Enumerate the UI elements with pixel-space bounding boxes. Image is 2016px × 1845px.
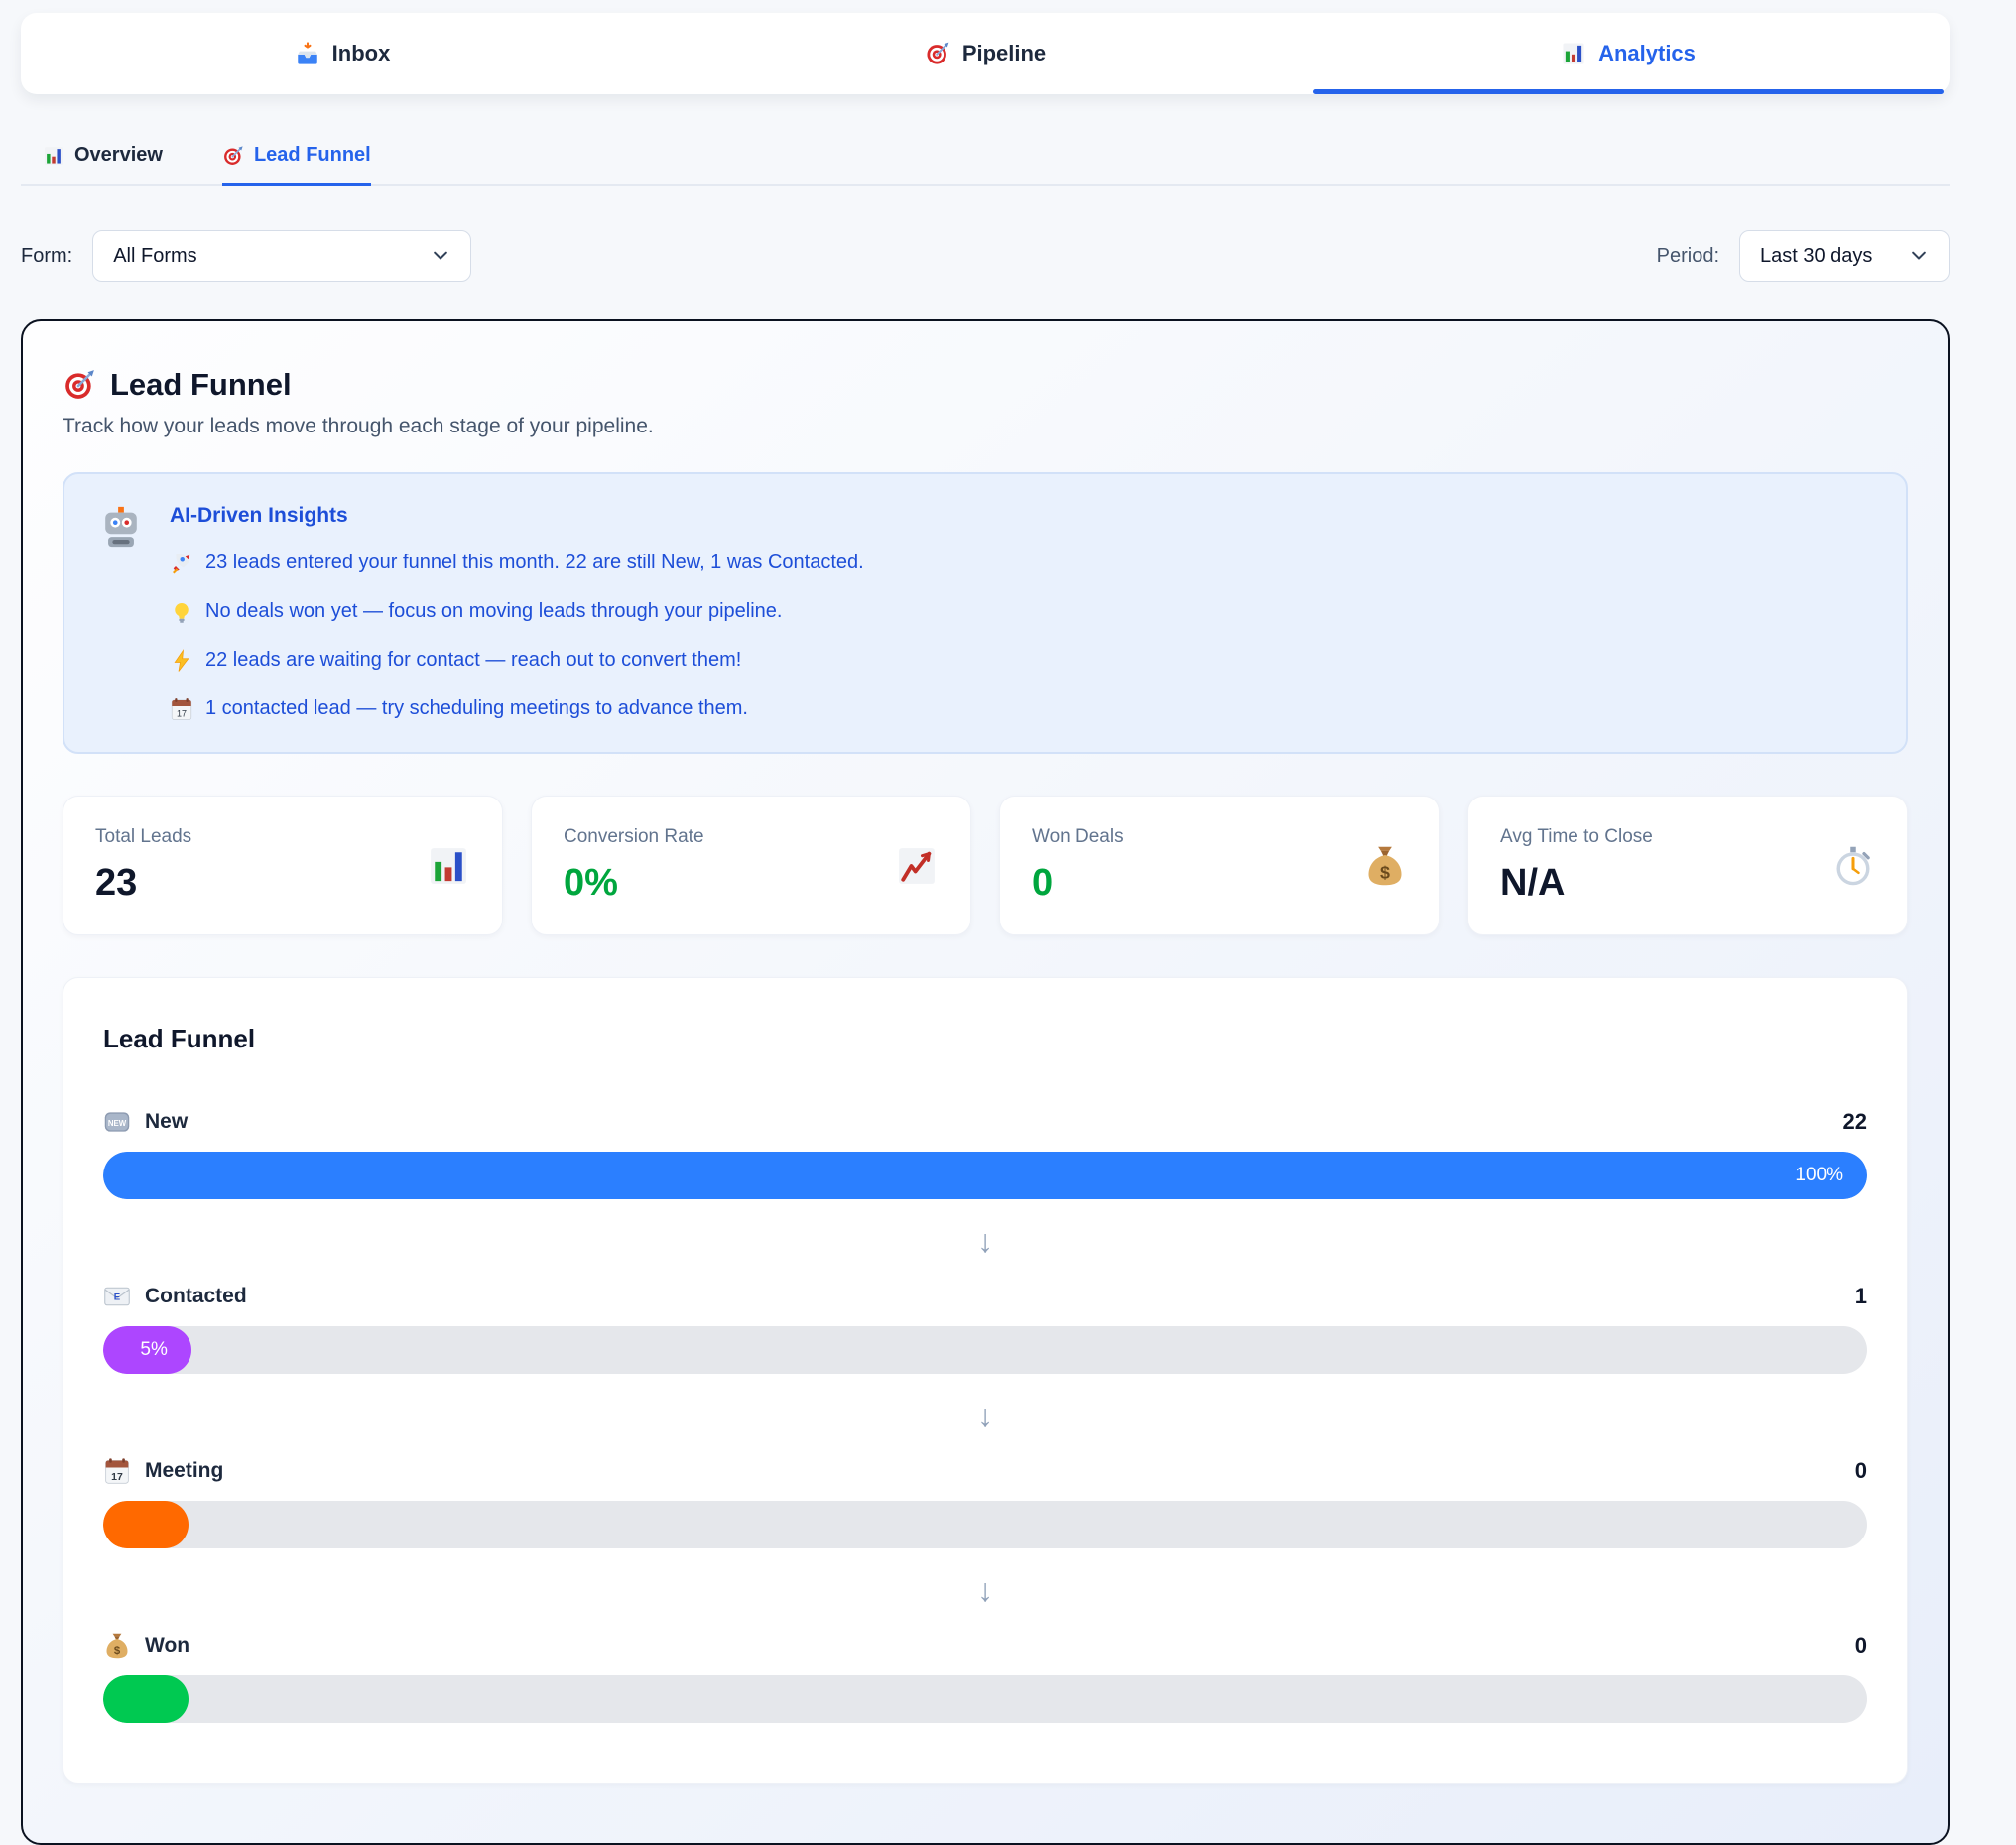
lead-funnel-panel: Lead Funnel Track how your leads move th… (21, 319, 1950, 1845)
stat-value: N/A (1500, 862, 1653, 905)
bulb-icon (170, 600, 193, 624)
form-select-value: All Forms (113, 245, 196, 268)
rocket-icon (170, 552, 193, 575)
bar-chart-icon (43, 145, 64, 167)
ai-insights-title: AI-Driven Insights (170, 504, 1872, 528)
stage-bar-fill: 5% (103, 1326, 191, 1374)
stat-value: 0% (564, 862, 704, 905)
insight-item: 1 contacted lead — try scheduling meetin… (170, 695, 1872, 722)
page: Inbox Pipeline Analytics Overview Lead F… (21, 13, 1950, 1845)
down-arrow-icon: ↓ (103, 1225, 1867, 1257)
stage-count: 1 (1855, 1284, 1867, 1309)
insight-text: 22 leads are waiting for contact — reach… (205, 647, 741, 674)
insight-text: 23 leads entered your funnel this month.… (205, 550, 864, 576)
stats-row: Total Leads 23 Conversion Rate 0% Won De… (63, 796, 1908, 935)
ai-insights-box: AI-Driven Insights 23 leads entered your… (63, 472, 1908, 754)
target-icon (925, 41, 950, 66)
subtab-lead-funnel-label: Lead Funnel (254, 144, 371, 167)
funnel-stage-meeting: Meeting 0 (103, 1457, 1867, 1548)
funnel-stage-new: New 22 100% (103, 1108, 1867, 1199)
period-filter-group: Period: Last 30 days (1657, 230, 1950, 282)
insight-item: No deals won yet — focus on moving leads… (170, 598, 1872, 625)
insight-item: 22 leads are waiting for contact — reach… (170, 647, 1872, 674)
stopwatch-icon (1831, 844, 1875, 888)
insight-text: 1 contacted lead — try scheduling meetin… (205, 695, 748, 722)
new-badge-icon (103, 1108, 131, 1136)
calendar-icon (170, 697, 193, 721)
down-arrow-icon: ↓ (103, 1574, 1867, 1606)
tab-inbox-label: Inbox (332, 41, 391, 66)
ai-insights-body: AI-Driven Insights 23 leads entered your… (170, 504, 1872, 722)
stat-card-conversion-rate: Conversion Rate 0% (531, 796, 971, 935)
funnel-stage-contacted: Contacted 1 5% (103, 1283, 1867, 1374)
period-filter-label: Period: (1657, 245, 1719, 268)
stat-label: Total Leads (95, 826, 191, 848)
stage-bar-track: 100% (103, 1152, 1867, 1199)
stage-bar-fill (103, 1675, 189, 1723)
stage-label: Meeting (145, 1459, 223, 1483)
insight-item: 23 leads entered your funnel this month.… (170, 550, 1872, 576)
form-select[interactable]: All Forms (92, 230, 471, 282)
subtab-overview-label: Overview (74, 144, 163, 167)
stage-bar-track: 5% (103, 1326, 1867, 1374)
funnel-chart-card: Lead Funnel New 22 100% ↓ (63, 977, 1908, 1784)
stat-value: 23 (95, 862, 191, 905)
chart-increasing-icon (895, 844, 939, 888)
panel-title: Lead Funnel (110, 367, 292, 403)
form-filter-label: Form: (21, 245, 72, 268)
tab-analytics[interactable]: Analytics (1307, 13, 1950, 94)
stage-bar-track (103, 1675, 1867, 1723)
robot-icon (98, 504, 144, 550)
bar-chart-icon (1561, 41, 1586, 66)
money-bag-icon (103, 1632, 131, 1660)
target-icon (63, 368, 96, 402)
stage-percent-label: 5% (140, 1339, 167, 1361)
period-select-value: Last 30 days (1760, 245, 1872, 268)
stat-card-total-leads: Total Leads 23 (63, 796, 503, 935)
calendar-icon (103, 1457, 131, 1485)
down-arrow-icon: ↓ (103, 1400, 1867, 1431)
panel-subtitle: Track how your leads move through each s… (63, 415, 1908, 438)
funnel-stage-won: Won 0 (103, 1632, 1867, 1723)
form-filter-group: Form: All Forms (21, 230, 471, 282)
stage-count: 22 (1843, 1109, 1867, 1135)
stat-card-avg-time-to-close: Avg Time to Close N/A (1467, 796, 1908, 935)
tab-analytics-label: Analytics (1598, 41, 1696, 66)
funnel-chart-title: Lead Funnel (103, 1024, 1867, 1054)
inbox-icon (295, 41, 320, 66)
insight-text: No deals won yet — focus on moving leads… (205, 598, 782, 625)
bar-chart-icon (427, 844, 470, 888)
stage-label: New (145, 1110, 188, 1134)
lightning-icon (170, 649, 193, 673)
tab-pipeline[interactable]: Pipeline (664, 13, 1307, 94)
stage-bar-fill (103, 1501, 189, 1548)
panel-title-row: Lead Funnel (63, 367, 1908, 403)
period-select[interactable]: Last 30 days (1739, 230, 1950, 282)
stat-label: Conversion Rate (564, 826, 704, 848)
stage-label: Contacted (145, 1285, 247, 1308)
subtab-lead-funnel[interactable]: Lead Funnel (222, 144, 371, 186)
analytics-subtabs: Overview Lead Funnel (21, 144, 1950, 186)
tab-pipeline-label: Pipeline (962, 41, 1046, 66)
stage-percent-label: 100% (1795, 1165, 1843, 1186)
target-icon (222, 145, 244, 167)
tab-inbox[interactable]: Inbox (21, 13, 664, 94)
filters-row: Form: All Forms Period: Last 30 days (21, 230, 1950, 282)
stat-label: Won Deals (1032, 826, 1124, 848)
active-tab-underline (1313, 89, 1944, 94)
email-icon (103, 1283, 131, 1310)
stage-count: 0 (1855, 1633, 1867, 1659)
chevron-down-icon (431, 246, 450, 266)
stage-bar-track (103, 1501, 1867, 1548)
stage-count: 0 (1855, 1458, 1867, 1484)
stage-label: Won (145, 1634, 189, 1658)
subtab-overview[interactable]: Overview (43, 144, 163, 186)
stat-label: Avg Time to Close (1500, 826, 1653, 848)
stat-value: 0 (1032, 862, 1124, 905)
top-tab-bar: Inbox Pipeline Analytics (21, 13, 1950, 94)
chevron-down-icon (1909, 246, 1929, 266)
money-bag-icon (1363, 844, 1407, 888)
stat-card-won-deals: Won Deals 0 (999, 796, 1440, 935)
stage-bar-fill: 100% (103, 1152, 1867, 1199)
